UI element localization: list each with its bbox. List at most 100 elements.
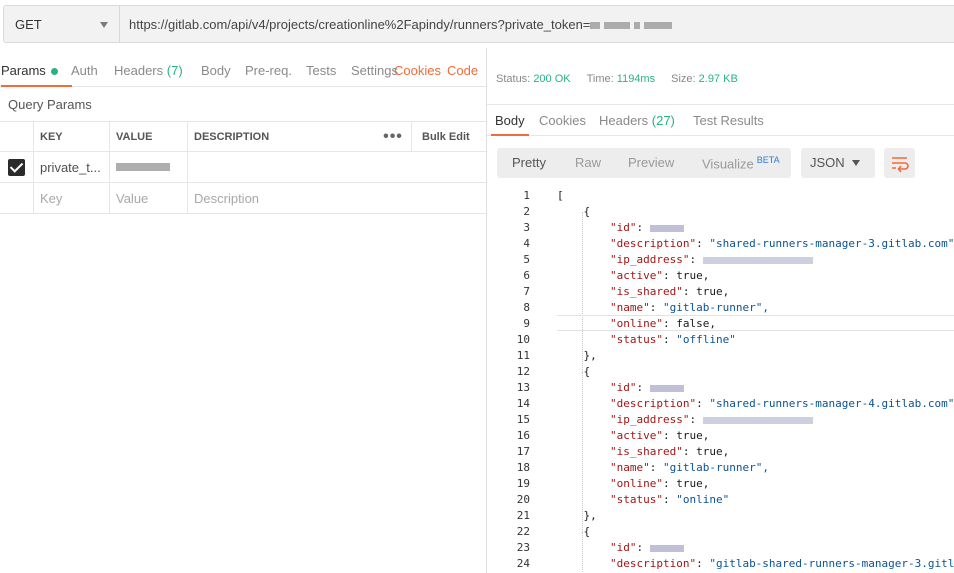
header-value: VALUE — [109, 122, 187, 151]
redacted-value — [702, 416, 813, 424]
table-row-empty: Key Value Description — [0, 183, 486, 214]
line-number: 7 — [523, 285, 530, 298]
line-number: 11 — [516, 349, 530, 362]
code-line: "status": "online" — [609, 493, 730, 506]
redacted-token — [634, 22, 641, 30]
redacted-token — [590, 22, 601, 30]
redacted-token — [644, 22, 673, 30]
chevron-down-icon — [852, 160, 860, 166]
line-number: 18 — [516, 461, 530, 474]
view-mode-group: Pretty Raw Preview Visualize BETA — [497, 148, 791, 178]
view-visualize-button[interactable]: Visualize BETA — [702, 155, 780, 171]
wrap-lines-button[interactable] — [884, 148, 915, 178]
line-number: 17 — [516, 445, 530, 458]
line-number: 10 — [516, 333, 530, 346]
code-line: "is_shared": true, — [609, 285, 730, 298]
code-line: "description": "gitlab-shared-runners-ma… — [609, 557, 954, 570]
method-label: GET — [15, 17, 42, 32]
format-select[interactable]: JSON — [801, 148, 875, 178]
code-line: "active": true, — [609, 429, 710, 442]
line-number: 15 — [516, 413, 530, 426]
code-line: "name": "gitlab-runner", — [609, 301, 769, 314]
line-number: 9 — [523, 317, 530, 330]
param-value-field[interactable] — [109, 152, 187, 182]
line-number: 14 — [516, 397, 530, 410]
method-select[interactable]: GET — [3, 5, 119, 43]
row-checkbox[interactable] — [0, 152, 33, 182]
params-active-dot — [50, 68, 58, 76]
time-value: 1194ms — [616, 73, 656, 85]
line-number: 1 — [523, 189, 530, 202]
tab-params[interactable]: Params — [1, 63, 72, 87]
status-value: 200 OK — [533, 73, 571, 85]
tab-headers[interactable]: Headers (7) — [114, 63, 183, 78]
code-line: "id": — [557, 221, 684, 234]
code-line: { — [557, 205, 591, 218]
tab-auth[interactable]: Auth — [71, 63, 98, 78]
line-number: 21 — [516, 509, 530, 522]
line-number: 24 — [516, 557, 530, 570]
code-line: }, — [557, 509, 597, 522]
view-preview-button[interactable]: Preview — [628, 155, 674, 170]
row-checkbox-empty — [0, 183, 33, 213]
tab-response-body[interactable]: Body — [491, 113, 529, 136]
tab-test-results[interactable]: Test Results — [693, 113, 764, 128]
url-input[interactable]: https://gitlab.com/api/v4/projects/creat… — [119, 5, 954, 43]
chevron-down-icon — [100, 22, 108, 28]
line-number: 6 — [523, 269, 530, 282]
query-params-title: Query Params — [8, 97, 92, 112]
tab-response-cookies[interactable]: Cookies — [539, 113, 586, 128]
line-number: 19 — [516, 477, 530, 490]
format-label: JSON — [810, 155, 845, 170]
new-key-field[interactable]: Key — [33, 183, 110, 213]
bulk-edit-link[interactable]: Bulk Edit — [411, 122, 486, 151]
checkbox-checked-icon — [8, 158, 25, 176]
code-line: "id": — [557, 541, 684, 554]
redacted-token — [604, 22, 631, 30]
param-description-field[interactable] — [187, 152, 374, 182]
table-header: KEY VALUE DESCRIPTION ••• Bulk Edit — [0, 121, 486, 152]
code-line: "name": "gitlab-runner", — [609, 461, 769, 474]
code-line: "online": true, — [609, 477, 710, 490]
code-line: "ip_address": — [557, 253, 813, 266]
wrap-lines-icon — [892, 157, 909, 173]
request-tabs: Params Auth Headers (7) Body Pre-req. Te… — [0, 55, 486, 87]
beta-badge: BETA — [756, 155, 780, 165]
header-description: DESCRIPTION — [187, 122, 374, 151]
tab-settings[interactable]: Settings — [351, 63, 398, 78]
code-link[interactable]: Code — [447, 63, 478, 78]
url-text: https://gitlab.com/api/v4/projects/creat… — [129, 17, 676, 32]
code-line: "online": false, — [609, 317, 716, 330]
code-line: "ip_address": — [557, 413, 813, 426]
redacted-value — [649, 544, 684, 552]
tab-response-headers[interactable]: Headers (27) — [599, 113, 675, 128]
code-line: "id": — [557, 381, 684, 394]
redacted-value — [649, 224, 684, 232]
redacted-value — [649, 384, 684, 392]
line-number: 4 — [523, 237, 530, 250]
view-raw-button[interactable]: Raw — [575, 155, 601, 170]
new-value-field[interactable]: Value — [109, 183, 187, 213]
param-key-field[interactable]: private_t... — [33, 152, 110, 182]
tab-pre-request[interactable]: Pre-req. — [245, 63, 292, 78]
new-description-field[interactable]: Description — [187, 183, 374, 213]
code-line: { — [557, 525, 591, 538]
table-row: private_t... — [0, 152, 486, 183]
cookies-link[interactable]: Cookies — [394, 63, 441, 78]
code-line: }, — [557, 349, 597, 362]
more-options-icon[interactable]: ••• — [374, 122, 412, 151]
tab-body[interactable]: Body — [201, 63, 231, 78]
line-number: 16 — [516, 429, 530, 442]
line-number: 13 — [516, 381, 530, 394]
line-number: 3 — [523, 221, 530, 234]
redacted-token — [116, 163, 170, 171]
header-key: KEY — [33, 122, 110, 151]
line-number: 20 — [516, 493, 530, 506]
response-body-editor[interactable]: 1 [2 {3 "id": 4 "description": "shared-ru… — [487, 188, 954, 573]
code-line: "description": "shared-runners-manager-3… — [609, 237, 954, 250]
view-pretty-button[interactable]: Pretty — [512, 155, 546, 170]
params-table: KEY VALUE DESCRIPTION ••• Bulk Edit priv… — [0, 121, 486, 214]
url-value: https://gitlab.com/api/v4/projects/creat… — [129, 17, 591, 32]
code-line: [ — [557, 189, 564, 202]
tab-tests[interactable]: Tests — [306, 63, 336, 78]
